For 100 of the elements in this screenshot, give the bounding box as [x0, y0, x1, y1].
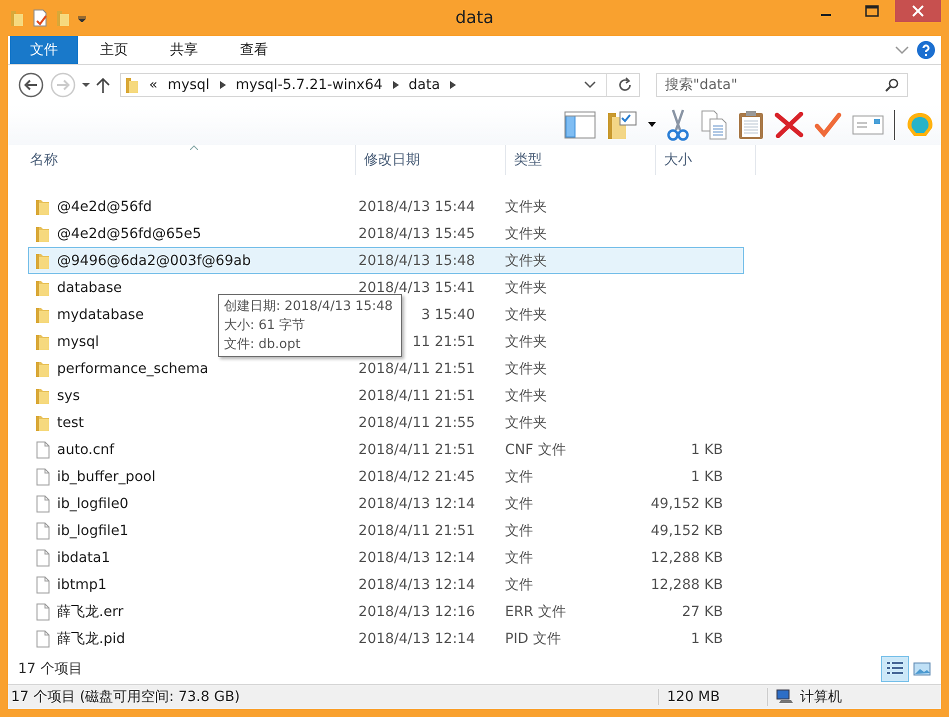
- file-name[interactable]: ib_buffer_pool: [57, 468, 156, 484]
- thumbnails-view-icon[interactable]: [913, 661, 931, 677]
- column-header[interactable]: 名称: [22, 145, 356, 175]
- details-view-icon[interactable]: [881, 656, 909, 682]
- chevron-icon[interactable]: [220, 81, 226, 89]
- scissors-icon[interactable]: [666, 109, 690, 141]
- back-icon[interactable]: [18, 72, 44, 98]
- address-bar[interactable]: « mysql mysql-5.7.21-winx64 data: [120, 73, 640, 97]
- file-type: 文件夹: [505, 306, 548, 324]
- file-icon: [36, 602, 50, 620]
- chevron-icon[interactable]: [392, 81, 399, 89]
- file-icon: [36, 548, 50, 566]
- file-type: 文件夹: [505, 414, 548, 432]
- file-type: ERR 文件: [505, 602, 567, 620]
- file-type: PID 文件: [505, 630, 562, 648]
- file-date: 2018/4/11 21:55: [357, 414, 475, 430]
- up-arrow-icon[interactable]: [96, 77, 110, 93]
- file-name[interactable]: mysql: [57, 334, 99, 350]
- file-type: 文件夹: [505, 386, 548, 404]
- properties-icon[interactable]: [32, 9, 48, 27]
- file-name[interactable]: @4e2d@56fd@65e5: [57, 226, 202, 242]
- folder-options-icon[interactable]: [606, 110, 638, 140]
- file-date: 2018/4/13 12:14: [357, 496, 475, 512]
- file-type: 文件夹: [505, 252, 548, 270]
- file-size: 1 KB: [690, 442, 723, 458]
- file-type: 文件夹: [505, 360, 548, 378]
- file-date: 2018/4/13 15:41: [357, 280, 475, 296]
- delete-icon[interactable]: [774, 112, 804, 138]
- file-icon: [36, 440, 50, 458]
- sort-ascending-icon: [190, 145, 198, 150]
- file-date: 2018/4/11 21:51: [357, 360, 475, 376]
- properties-card-icon[interactable]: [852, 114, 884, 136]
- computer-icon: [776, 689, 794, 705]
- column-header[interactable]: 类型: [506, 145, 656, 175]
- file-name[interactable]: performance_schema: [57, 360, 208, 376]
- folder-icon: [35, 360, 51, 378]
- overflow-chevron[interactable]: «: [149, 77, 158, 93]
- file-name[interactable]: @4e2d@56fd: [57, 198, 152, 214]
- file-size: 27 KB: [680, 604, 723, 620]
- search-field[interactable]: 搜索"data": [656, 73, 908, 97]
- file-type: 文件夹: [505, 278, 548, 296]
- copy-icon[interactable]: [700, 110, 728, 140]
- file-type: 文件: [505, 548, 534, 566]
- file-name[interactable]: auto.cnf: [57, 442, 114, 458]
- file-name[interactable]: ibdata1: [57, 550, 110, 566]
- file-name[interactable]: ib_logfile1: [57, 522, 128, 538]
- clipboard-icon[interactable]: [738, 110, 764, 140]
- column-header[interactable]: 大小: [656, 145, 756, 175]
- file-date: 2018/4/13 12:14: [357, 630, 475, 646]
- column-header[interactable]: 修改日期: [356, 145, 506, 175]
- file-name[interactable]: database: [57, 280, 122, 296]
- file-type: 文件夹: [505, 224, 548, 242]
- file-date: 2018/4/11 21:51: [357, 522, 475, 538]
- file-name[interactable]: ib_logfile0: [57, 496, 128, 512]
- file-type: 文件: [505, 468, 534, 486]
- folder-icon: [35, 252, 51, 270]
- refresh-icon[interactable]: [617, 77, 633, 93]
- item-count: 17 个项目: [18, 660, 82, 678]
- recent-locations-icon[interactable]: [82, 82, 90, 88]
- breadcrumb[interactable]: mysql-5.7.21-winx64: [236, 77, 383, 93]
- dropdown-icon[interactable]: [584, 81, 596, 89]
- ribbon-tab[interactable]: 文件: [10, 36, 78, 64]
- breadcrumb[interactable]: data: [408, 77, 440, 93]
- file-type: 文件: [505, 576, 534, 594]
- layout-pane-icon[interactable]: [564, 111, 596, 139]
- folder-icon: [35, 306, 51, 324]
- file-name[interactable]: 薛飞龙.pid: [57, 630, 126, 648]
- close-icon[interactable]: [895, 0, 941, 22]
- file-date: 2018/4/13 12:16: [357, 604, 475, 620]
- file-date: 2018/4/13 15:44: [357, 198, 475, 214]
- file-date: 3 15:40: [420, 306, 475, 322]
- chevron-icon[interactable]: [450, 81, 456, 89]
- ribbon-tab[interactable]: 主页: [80, 36, 148, 64]
- file-date: 2018/4/13 12:14: [357, 550, 475, 566]
- file-size: 49,152 KB: [650, 522, 723, 538]
- status-location: 计算机: [800, 688, 842, 706]
- file-icon: [36, 468, 50, 486]
- checkmark-icon[interactable]: [814, 112, 842, 138]
- folder-icon: [35, 386, 51, 404]
- file-name[interactable]: sys: [57, 388, 80, 404]
- file-icon: [36, 630, 50, 648]
- file-name[interactable]: 薛飞龙.err: [57, 602, 124, 620]
- file-size: 12,288 KB: [650, 550, 723, 566]
- file-name[interactable]: mydatabase: [57, 306, 144, 322]
- file-icon: [36, 522, 50, 540]
- ribbon-tab[interactable]: 共享: [150, 36, 218, 64]
- file-size: 1 KB: [690, 468, 723, 484]
- dropdown-icon[interactable]: [648, 122, 656, 128]
- file-name[interactable]: ibtmp1: [57, 576, 107, 592]
- expand-ribbon-icon[interactable]: [895, 45, 909, 55]
- breadcrumb[interactable]: mysql: [168, 77, 210, 93]
- dropdown-icon[interactable]: [78, 14, 86, 22]
- help-icon[interactable]: [917, 41, 935, 59]
- ribbon-tab[interactable]: 查看: [220, 36, 288, 64]
- file-name[interactable]: @9496@6da2@003f@69ab: [57, 252, 251, 268]
- file-type: 文件夹: [505, 198, 548, 216]
- selected-row[interactable]: @9496@6da2@003f@69ab 2018/4/13 15:48 文件夹: [28, 247, 744, 274]
- tooltip-line: 大小: 61 字节: [224, 317, 306, 335]
- file-type: 文件: [505, 494, 534, 512]
- file-name[interactable]: test: [57, 414, 84, 430]
